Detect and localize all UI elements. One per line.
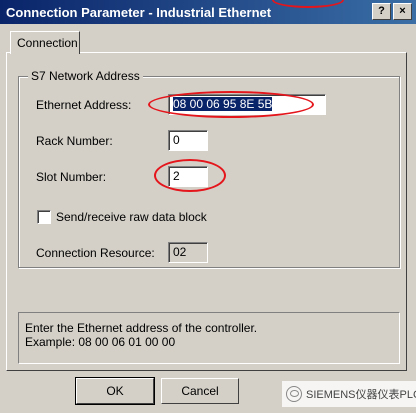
annotation-ellipse-slot <box>154 159 226 192</box>
annotation-ellipse-ethernet <box>148 91 314 118</box>
rack-number-field[interactable]: 0 <box>168 130 208 151</box>
tab-connection[interactable]: Connection <box>10 31 80 54</box>
watermark-text: SIEMENS仪器仪表PLC <box>306 389 416 401</box>
watermark: SIEMENS仪器仪表PLC <box>282 381 416 407</box>
info-line-2: Example: 08 00 06 01 00 00 <box>25 335 176 349</box>
help-button[interactable]: ? <box>372 3 391 20</box>
slot-number-label: Slot Number: <box>36 170 107 184</box>
info-line-1: Enter the Ethernet address of the contro… <box>25 321 258 335</box>
info-box: Enter the Ethernet address of the contro… <box>18 312 400 364</box>
cancel-button[interactable]: Cancel <box>161 378 239 404</box>
connection-resource-label: Connection Resource: <box>36 246 155 260</box>
window-title: Connection Parameter - Industrial Ethern… <box>6 5 272 20</box>
close-button[interactable]: × <box>393 3 412 20</box>
ethernet-address-label: Ethernet Address: <box>36 98 132 112</box>
group-title: S7 Network Address <box>28 69 143 83</box>
title-bar: Connection Parameter - Industrial Ethern… <box>0 0 416 24</box>
raw-data-block-label: Send/receive raw data block <box>56 210 207 224</box>
ok-button[interactable]: OK <box>75 377 155 405</box>
wechat-icon <box>286 386 302 402</box>
connection-resource-field: 02 <box>168 242 208 263</box>
rack-number-label: Rack Number: <box>36 134 113 148</box>
tab-connection-label: Connection <box>17 36 78 50</box>
raw-data-block-checkbox[interactable] <box>37 210 51 224</box>
